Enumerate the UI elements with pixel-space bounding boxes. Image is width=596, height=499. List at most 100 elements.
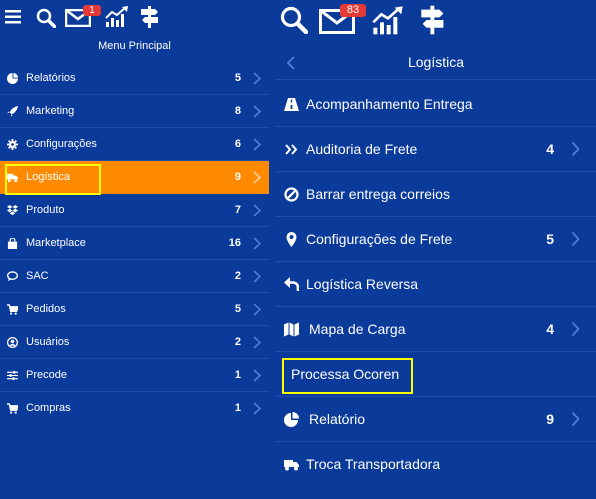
- menu-title: Menu Principal: [98, 40, 171, 52]
- menu-item-precode[interactable]: Precode 1: [0, 359, 269, 392]
- submenu-item-processa-ocoren[interactable]: Processa Ocoren: [276, 352, 596, 397]
- menu-item-count: 1: [234, 402, 241, 414]
- menu-item-count: 8: [234, 105, 241, 117]
- chevron-right-icon: [253, 303, 261, 316]
- reply-icon: [284, 277, 299, 291]
- chevron-right-icon: [571, 321, 580, 337]
- menu-item-count: 6: [234, 138, 241, 150]
- signpost-icon[interactable]: [140, 6, 160, 28]
- menu-item-label: Pedidos: [26, 303, 66, 315]
- submenu-item-label: Relatório: [309, 411, 366, 427]
- search-icon[interactable]: [36, 8, 56, 28]
- menu-item-configuracoes[interactable]: Configurações 6: [0, 128, 269, 161]
- submenu-title: Logística: [407, 54, 465, 70]
- gear-icon: [7, 139, 18, 150]
- rocket-icon: [7, 106, 18, 117]
- submenu-item-label: Troca Transportadora: [306, 456, 441, 472]
- menu-item-relatorios[interactable]: Relatórios 5: [0, 62, 269, 95]
- menu-item-pedidos[interactable]: Pedidos 5: [0, 293, 269, 326]
- menu-item-count: 2: [234, 270, 241, 282]
- menu-item-label: Precode: [26, 369, 67, 381]
- menu-item-count: 7: [234, 204, 241, 216]
- menu-item-count: 9: [234, 171, 241, 183]
- submenu-item-count: 5: [546, 231, 554, 247]
- submenu-item-logistica-reversa[interactable]: Logística Reversa: [276, 262, 596, 307]
- submenu-item-acompanhamento-entrega[interactable]: Acompanhamento Entrega: [276, 82, 596, 127]
- search-icon[interactable]: [280, 6, 308, 34]
- logistica-submenu-panel: 83 Logística Acompanhamento Entrega Audi…: [276, 0, 596, 499]
- chart-icon[interactable]: [372, 6, 404, 36]
- chevron-right-icon: [253, 369, 261, 382]
- sliders-icon: [7, 370, 18, 381]
- cart-icon: [7, 403, 18, 414]
- menu-item-produto[interactable]: Produto 7: [0, 194, 269, 227]
- chevron-right-icon: [253, 402, 261, 415]
- chart-icon[interactable]: [105, 6, 129, 28]
- chevron-right-icon: [253, 72, 261, 85]
- menu-item-label: Usuários: [26, 336, 70, 348]
- dropbox-icon: [7, 205, 18, 216]
- menu-item-count: 5: [234, 72, 241, 84]
- submenu-item-auditoria-de-frete[interactable]: Auditoria de Frete 4: [276, 127, 596, 172]
- chevron-right-icon: [571, 411, 580, 427]
- chevron-right-icon: [253, 336, 261, 349]
- submenu-item-label: Auditoria de Frete: [306, 141, 418, 157]
- chevron-right-icon: [253, 138, 261, 151]
- menu-icon[interactable]: [5, 10, 21, 24]
- menu-item-label: Marketing: [26, 105, 75, 117]
- submenu-item-count: 4: [546, 321, 554, 337]
- ban-icon: [284, 187, 299, 202]
- chevron-right-icon: [571, 231, 580, 247]
- menu-item-label: Marketplace: [26, 237, 86, 249]
- submenu-item-barrar-entrega-correios[interactable]: Barrar entrega correios: [276, 172, 596, 217]
- menu-item-label: Produto: [26, 204, 65, 216]
- road-icon: [284, 98, 299, 111]
- pie-chart-icon: [284, 412, 299, 427]
- submenu-item-label: Barrar entrega correios: [306, 186, 450, 202]
- signpost-icon[interactable]: [420, 5, 446, 35]
- submenu-item-label: Acompanhamento Entrega: [306, 96, 473, 112]
- submenu-item-count: 4: [546, 141, 554, 157]
- submenu-item-label: Logística Reversa: [306, 276, 419, 292]
- menu-item-count: 2: [234, 336, 241, 348]
- menu-item-label: Logística: [26, 171, 71, 183]
- submenu-header: Logística: [276, 44, 596, 80]
- right-header: 83: [276, 0, 596, 40]
- submenu-item-troca-transportadora[interactable]: Troca Transportadora: [276, 442, 596, 487]
- chevron-right-icon: [253, 237, 261, 250]
- mail-badge: 1: [83, 5, 101, 16]
- mail-badge: 83: [340, 4, 366, 17]
- submenu-item-mapa-de-carga[interactable]: Mapa de Carga 4: [276, 307, 596, 352]
- menu-item-usuarios[interactable]: Usuários 2: [0, 326, 269, 359]
- chevron-right-icon: [253, 270, 261, 283]
- chevron-right-icon: [253, 171, 261, 184]
- menu-item-marketplace[interactable]: Marketplace 16: [0, 227, 269, 260]
- logistica-submenu-list: Acompanhamento Entrega Auditoria de Fret…: [276, 82, 596, 487]
- user-icon: [7, 337, 18, 348]
- submenu-item-label: Processa Ocoren: [291, 366, 400, 382]
- menu-item-compras[interactable]: Compras 1: [0, 392, 269, 425]
- map-marker-icon: [286, 232, 297, 247]
- truck-icon: [7, 173, 18, 183]
- menu-item-sac[interactable]: SAC 2: [0, 260, 269, 293]
- chevron-right-icon: [253, 105, 261, 118]
- bag-icon: [7, 238, 18, 249]
- chat-icon: [7, 271, 18, 282]
- app-screen: 1 Menu Principal Relatórios 5 Marketing …: [0, 0, 596, 499]
- menu-item-count: 16: [228, 237, 241, 249]
- map-icon: [284, 322, 299, 337]
- submenu-item-relatorio[interactable]: Relatório 9: [276, 397, 596, 442]
- menu-item-label: Configurações: [26, 138, 97, 150]
- menu-item-label: SAC: [26, 270, 49, 282]
- menu-item-label: Relatórios: [26, 72, 76, 84]
- cart-icon: [7, 304, 18, 315]
- menu-item-marketing[interactable]: Marketing 8: [0, 95, 269, 128]
- truck-icon: [284, 460, 299, 471]
- menu-item-label: Compras: [26, 402, 71, 414]
- submenu-item-label: Mapa de Carga: [309, 321, 406, 337]
- main-menu-list: Relatórios 5 Marketing 8 Configurações 6…: [0, 62, 269, 425]
- submenu-item-configuracoes-de-frete[interactable]: Configurações de Frete 5: [276, 217, 596, 262]
- submenu-item-count: 9: [546, 411, 554, 427]
- menu-item-count: 5: [234, 303, 241, 315]
- menu-item-logistica[interactable]: Logística 9: [0, 161, 269, 194]
